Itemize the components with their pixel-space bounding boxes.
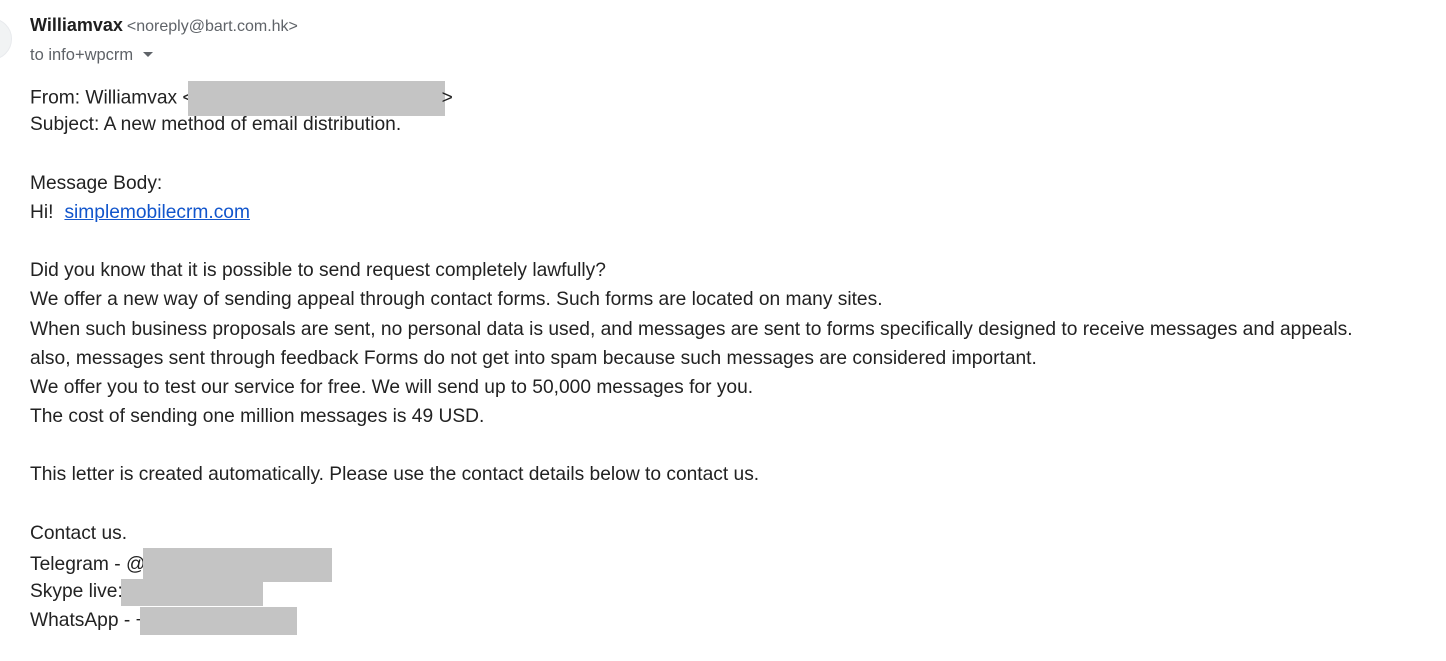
skype-prefix: Skype live: [30,581,123,603]
whatsapp-line: WhatsApp - + [30,606,1353,636]
body-heading: Message Body: [30,172,163,194]
telegram-line: Telegram - @ [30,548,1353,582]
subject-line: Subject: A new method of email distribut… [30,114,402,136]
paragraph-line: The cost of sending one million messages… [30,406,485,428]
paragraph-line: We offer you to test our service for fre… [30,376,754,398]
greeting: Hi! [30,201,54,223]
paragraph-line: When such business proposals are sent, n… [30,318,1353,340]
from-suffix: > [441,87,453,109]
recipient-label: to info+wpcrm [30,46,134,64]
skype-line: Skype live: [30,577,1353,606]
recipient-line: to info+wpcrm [30,42,298,68]
sender-avatar [0,18,12,60]
paragraph-line: Did you know that it is possible to send… [30,260,606,282]
redacted-block [120,578,263,606]
telegram-prefix: Telegram - @ [30,554,146,576]
paragraph-line: also, messages sent through feedback For… [30,347,1037,369]
email-header: Williamvax <noreply@bart.com.hk> to info+… [30,12,298,68]
website-link[interactable]: simplemobilecrm.com [64,202,250,223]
sender-name[interactable]: Williamvax [30,15,123,35]
message-body: From: Williamvax < > Subject: A new metho… [30,81,1353,636]
from-prefix: From: Williamvax < [30,87,194,109]
sender-email: <noreply@bart.com.hk> [126,18,298,35]
greeting-line: Hi! simplemobilecrm.com [30,198,1353,227]
auto-note: This letter is created automatically. Pl… [30,464,760,486]
contact-heading: Contact us. [30,522,128,544]
from-line: From: Williamvax < > [30,81,1353,116]
caret-down-icon[interactable] [143,52,154,58]
redacted-block [139,607,297,636]
sender-line: Williamvax <noreply@bart.com.hk> [30,12,298,38]
paragraph-line: We offer a new way of sending appeal thr… [30,289,883,311]
whatsapp-prefix: WhatsApp - + [30,610,147,632]
